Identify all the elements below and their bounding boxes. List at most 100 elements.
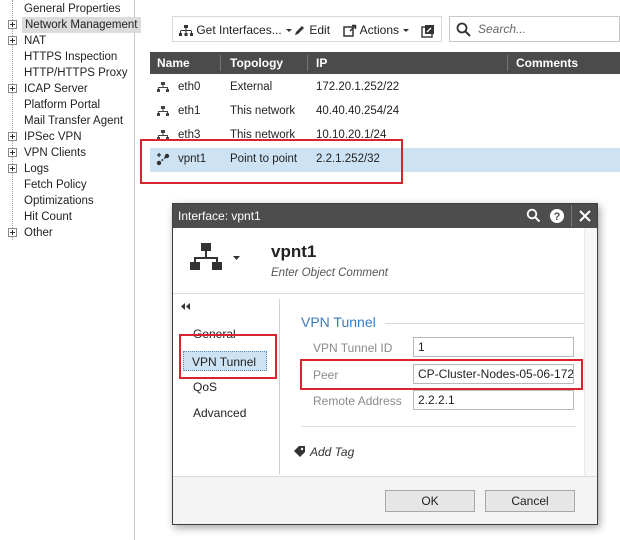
tree-item-label: Mail Transfer Agent <box>24 115 124 127</box>
network-interface-icon <box>157 82 169 92</box>
add-tag-label: Add Tag <box>310 445 355 459</box>
row-topology: This network <box>230 105 296 117</box>
expand-icon[interactable] <box>8 84 17 93</box>
interface-dialog: Interface: vpnt1 ? vpnt1 Enter Object Co… <box>172 203 598 525</box>
close-icon[interactable] <box>579 210 591 222</box>
network-interface-icon <box>157 130 169 140</box>
edit-button[interactable]: Edit <box>293 20 330 40</box>
row-name: eth0 <box>178 81 201 93</box>
row-name: eth3 <box>178 129 201 141</box>
share-box-icon <box>343 25 357 38</box>
table-row-selected[interactable]: vpnt1 Point to point 2.2.1.252/32 <box>150 148 620 172</box>
nav-item-vpn-tunnel[interactable]: VPN Tunnel <box>183 351 267 371</box>
column-header-name[interactable]: Name <box>157 56 190 70</box>
network-interface-icon <box>157 106 169 116</box>
expand-icon[interactable] <box>8 20 17 29</box>
dialog-titlebar: Interface: vpnt1 ? <box>173 204 597 228</box>
remote-address-label: Remote Address <box>313 394 402 408</box>
get-interfaces-label: Get Interfaces... <box>196 23 282 37</box>
tree-item-label: Platform Portal <box>24 99 101 111</box>
edit-label: Edit <box>309 23 331 37</box>
tree-item-label: Other <box>24 227 53 239</box>
settings-tree: General Properties Network Management NA… <box>0 0 141 540</box>
tree-item-label: Fetch Policy <box>24 179 87 191</box>
chevron-down-icon <box>286 28 293 32</box>
expand-icon[interactable] <box>8 148 17 157</box>
chevron-down-icon <box>403 28 410 32</box>
network-interface-icon <box>190 243 222 270</box>
actions-label: Actions <box>359 23 400 37</box>
column-divider <box>507 55 508 71</box>
dialog-scrollbar[interactable] <box>584 228 597 476</box>
column-divider <box>307 55 308 71</box>
nav-item-qos[interactable]: QoS <box>193 377 217 397</box>
tree-item-label: Optimizations <box>24 195 94 207</box>
search-icon[interactable] <box>526 208 541 223</box>
search-box[interactable]: Search... <box>449 16 620 42</box>
table-row[interactable]: eth1 This network 40.40.40.254/24 <box>150 100 620 124</box>
row-ip: 172.20.1.252/22 <box>316 81 400 93</box>
column-header-topology[interactable]: Topology <box>230 56 283 70</box>
section-title: VPN Tunnel <box>301 314 376 330</box>
tags-divider <box>301 426 576 427</box>
tree-item-label: General Properties <box>24 3 121 15</box>
row-topology: External <box>230 81 273 93</box>
table-header: Name Topology IP Comments <box>150 52 620 74</box>
popout-icon <box>421 24 434 38</box>
expand-icon[interactable] <box>8 164 17 173</box>
row-topology: Point to point <box>230 153 298 165</box>
dialog-title: Interface: vpnt1 <box>178 209 261 223</box>
tree-item-label: Hit Count <box>24 211 72 223</box>
object-comment-field[interactable]: Enter Object Comment <box>271 267 388 279</box>
row-ip: 40.40.40.254/24 <box>316 105 400 117</box>
chevron-down-icon <box>233 256 240 260</box>
tree-item-label: IPSec VPN <box>24 131 82 143</box>
actions-button[interactable]: Actions <box>343 20 410 40</box>
tree-item-label: HTTPS Inspection <box>24 51 118 63</box>
get-interfaces-button[interactable]: Get Interfaces... <box>179 20 293 40</box>
object-icon-picker[interactable] <box>189 242 240 275</box>
dialog-object-header: vpnt1 Enter Object Comment <box>173 228 597 294</box>
tag-icon <box>294 446 305 457</box>
dialog-button-bar: OK Cancel <box>173 476 597 524</box>
tree-item-label: ICAP Server <box>24 83 88 95</box>
open-in-window-button[interactable] <box>421 20 435 40</box>
pencil-icon <box>295 26 304 36</box>
expand-icon[interactable] <box>8 36 17 45</box>
remote-address-input[interactable]: 2.2.2.1 <box>413 390 574 410</box>
nav-item-advanced[interactable]: Advanced <box>193 403 246 423</box>
column-divider <box>220 55 221 71</box>
tree-item-label: Network Management <box>22 17 141 33</box>
ok-button[interactable]: OK <box>385 490 475 512</box>
dialog-nav: General VPN Tunnel QoS Advanced <box>173 295 277 475</box>
row-ip: 2.2.1.252/32 <box>316 153 380 165</box>
tree-item-label: NAT <box>24 35 47 47</box>
svg-text:?: ? <box>554 211 561 223</box>
row-name: eth1 <box>178 105 201 117</box>
add-tag-link[interactable]: Add Tag <box>294 445 355 459</box>
peer-input[interactable]: CP-Cluster-Nodes-05-06-172. <box>413 364 574 384</box>
nav-item-general[interactable]: General <box>193 324 236 344</box>
row-name: vpnt1 <box>178 153 207 165</box>
expand-icon[interactable] <box>8 228 17 237</box>
help-icon[interactable]: ? <box>549 208 565 224</box>
cancel-button[interactable]: Cancel <box>485 490 575 512</box>
tree-item-label: VPN Clients <box>24 147 86 159</box>
interfaces-toolbar: Get Interfaces... Edit Actions <box>172 16 442 42</box>
interfaces-icon <box>179 24 193 36</box>
table-row[interactable]: eth3 This network 10.10.20.1/24 <box>150 124 620 148</box>
column-header-comments[interactable]: Comments <box>516 56 578 70</box>
vpn-tunnel-icon <box>156 153 170 166</box>
object-name[interactable]: vpnt1 <box>271 242 316 262</box>
column-header-ip[interactable]: IP <box>316 56 327 70</box>
tree-item-label: HTTP/HTTPS Proxy <box>24 67 128 79</box>
titlebar-divider <box>571 205 572 227</box>
section-rule <box>385 323 590 324</box>
tree-item-label: Logs <box>24 163 49 175</box>
row-ip: 10.10.20.1/24 <box>316 129 387 141</box>
vpn-tunnel-id-input[interactable]: 1 <box>413 337 574 357</box>
expand-icon[interactable] <box>8 132 17 141</box>
table-row[interactable]: eth0 External 172.20.1.252/22 <box>150 76 620 100</box>
collapse-nav-icon[interactable] <box>181 303 190 310</box>
nav-divider <box>279 299 280 474</box>
